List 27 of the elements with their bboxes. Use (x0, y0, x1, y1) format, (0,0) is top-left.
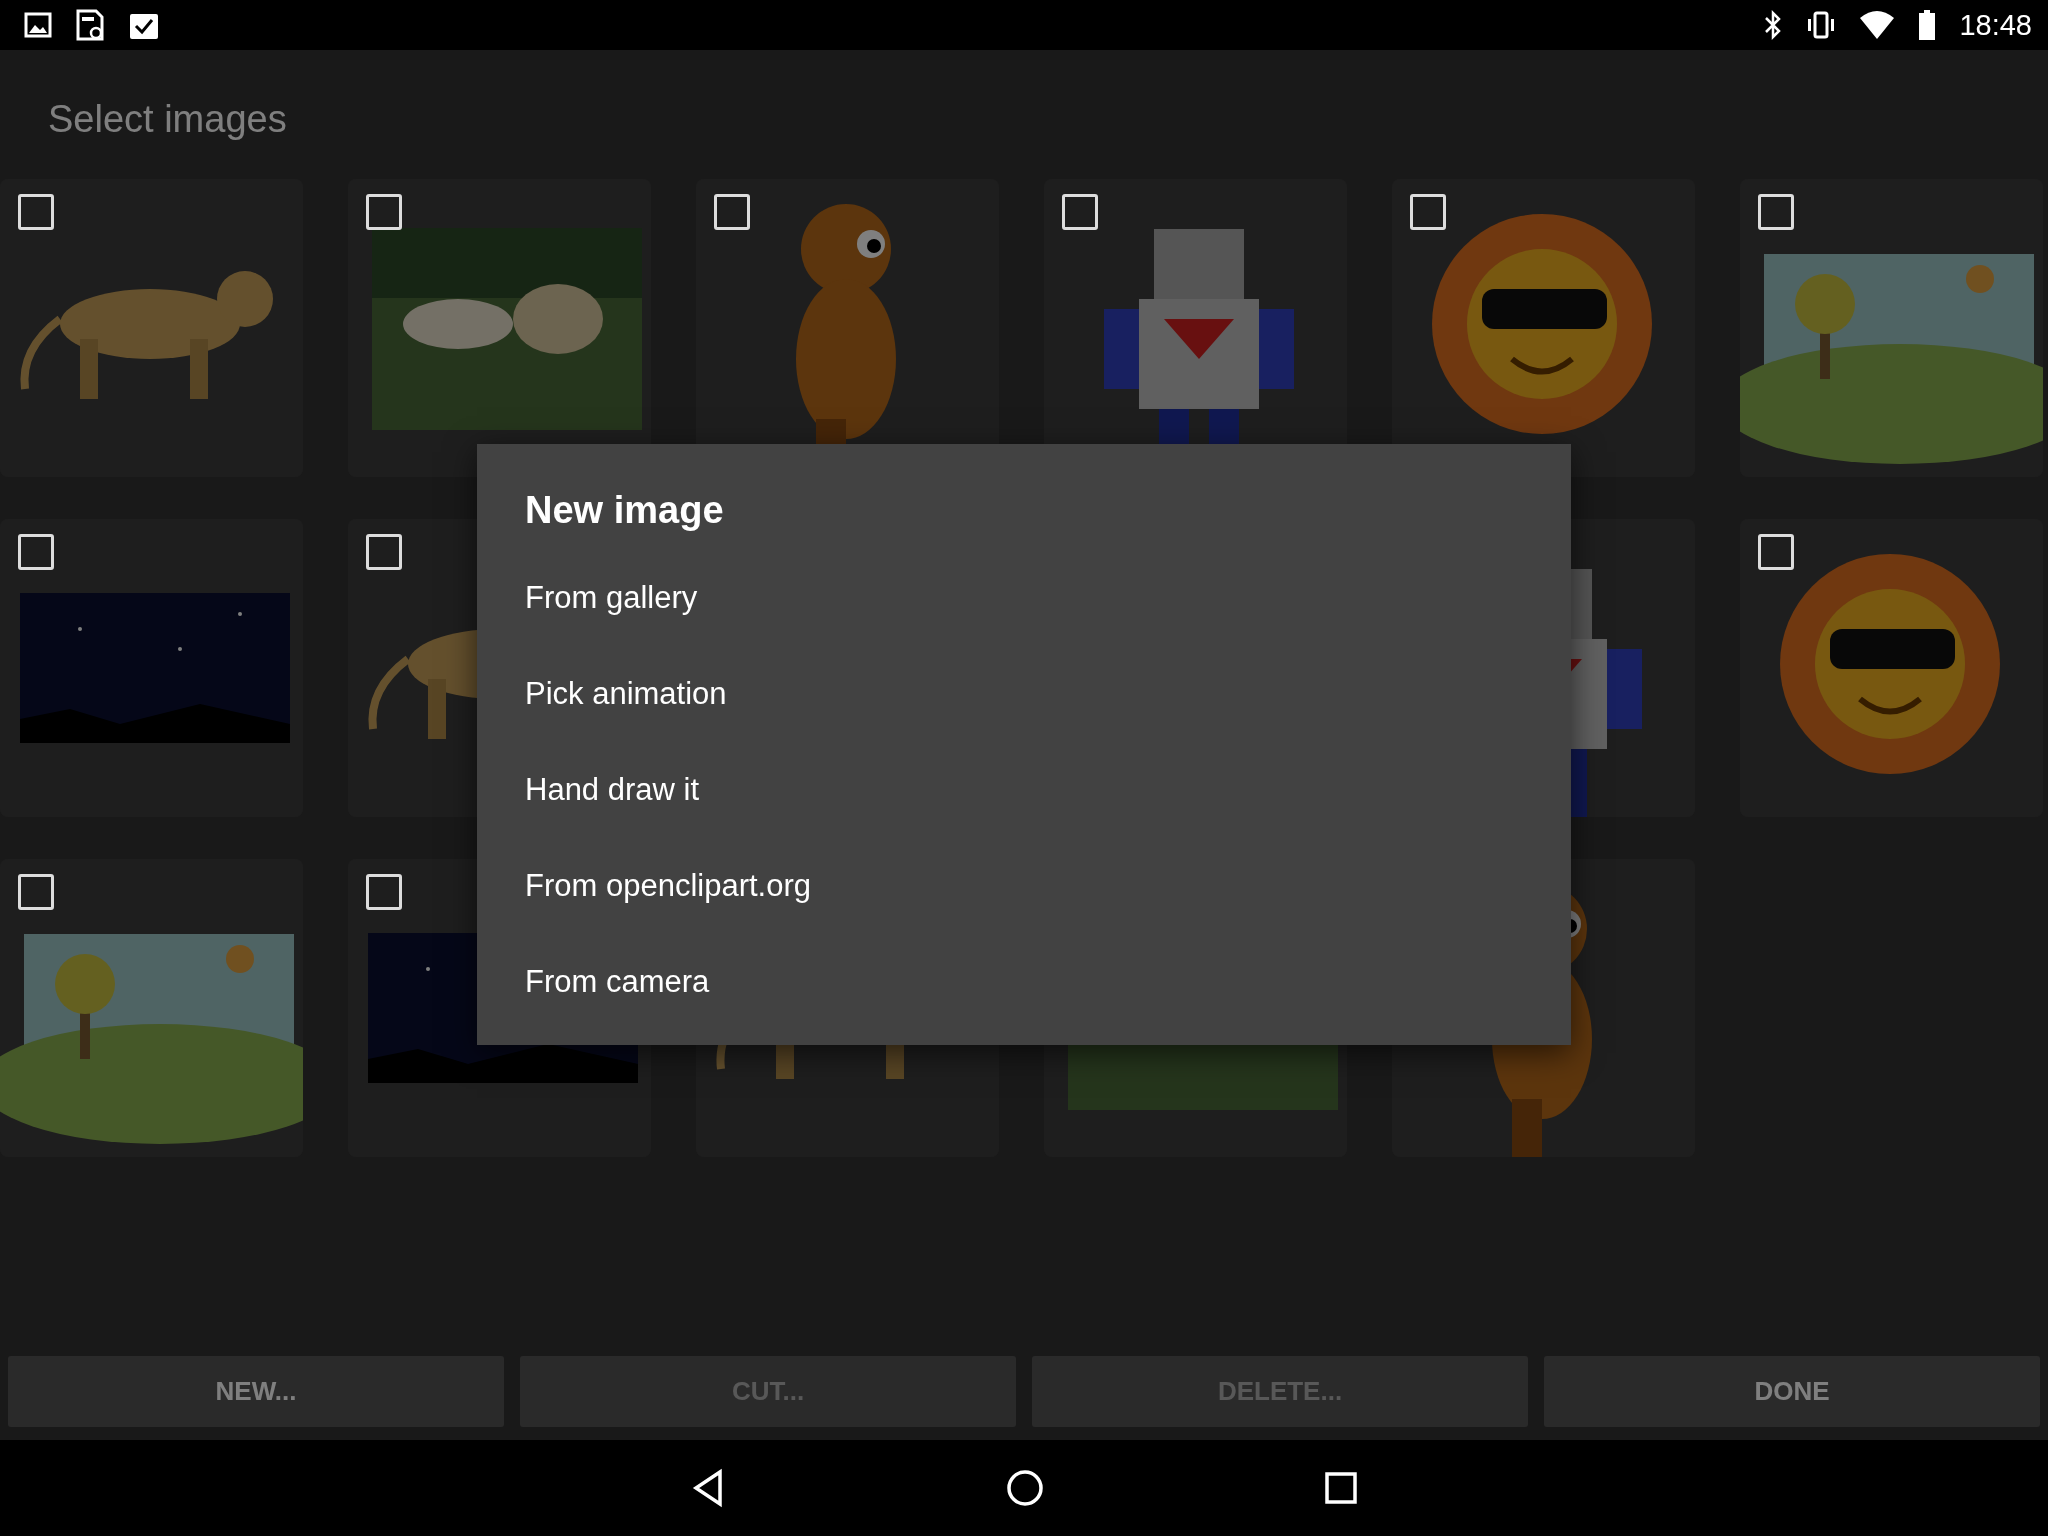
clock-time: 18:48 (1959, 8, 2032, 42)
page-title: Select images (47, 97, 288, 142)
dialog-title: New image (525, 488, 725, 532)
menu-item[interactable]: Pick animation (525, 658, 1523, 754)
action-button[interactable]: DONE (1544, 1356, 2040, 1427)
menu-item[interactable]: From camera (525, 946, 1523, 1042)
checkbox[interactable] (366, 534, 402, 570)
checkbox[interactable] (1758, 534, 1794, 570)
checkbox[interactable] (18, 534, 54, 570)
checkbox[interactable] (18, 194, 54, 230)
checkbox[interactable] (714, 194, 750, 230)
battery-icon (1917, 9, 1938, 41)
image-icon (24, 11, 52, 39)
home-icon (1006, 1469, 1044, 1507)
checkbox[interactable] (18, 874, 54, 910)
document-sync-icon (74, 9, 106, 41)
menu-item[interactable]: From openclipart.org (525, 850, 1523, 946)
menu-item[interactable]: Hand draw it (525, 754, 1523, 850)
recents-icon (1324, 1471, 1358, 1505)
checkbox[interactable] (1758, 194, 1794, 230)
menu-item[interactable]: From gallery (525, 562, 1523, 658)
wifi-icon (1859, 10, 1896, 40)
checkbox[interactable] (1062, 194, 1098, 230)
checkbox[interactable] (366, 194, 402, 230)
checkbox[interactable] (366, 874, 402, 910)
action-button[interactable]: NEW... (8, 1356, 504, 1427)
checkbox[interactable] (1410, 194, 1446, 230)
